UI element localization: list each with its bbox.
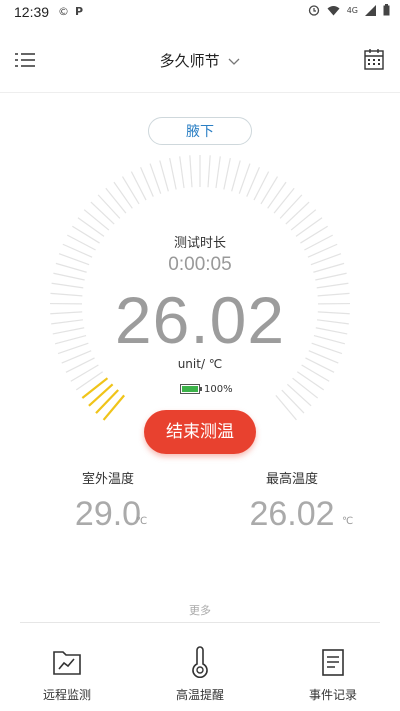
more-divider bbox=[20, 622, 380, 623]
max-temperature-value: 26.02 bbox=[249, 495, 335, 533]
more-label: 更多 bbox=[189, 604, 211, 617]
battery-level-icon bbox=[180, 384, 202, 394]
outdoor-temperature: 室外温度 29.0 ℃ bbox=[28, 468, 188, 534]
gauge-tick bbox=[113, 181, 133, 209]
nav-high-temp-alert[interactable]: 高温提醒 bbox=[145, 646, 255, 703]
gauge-tick bbox=[285, 201, 310, 225]
measure-mode-button[interactable]: 腋下 bbox=[148, 117, 252, 145]
chart-folder-icon bbox=[53, 651, 81, 675]
gauge-tick bbox=[279, 194, 303, 219]
current-temperature: 26.02 bbox=[114, 283, 286, 357]
max-temperature-unit: ℃ bbox=[342, 516, 354, 527]
nav-remote-monitor-label: 远程监测 bbox=[42, 688, 91, 702]
gauge-tick-active bbox=[88, 383, 114, 407]
wifi-icon bbox=[327, 5, 340, 15]
gauge-tick bbox=[281, 389, 305, 414]
nav-event-log[interactable]: 事件记录 bbox=[278, 646, 388, 703]
gauge-tick bbox=[97, 194, 121, 219]
header-divider bbox=[0, 92, 400, 93]
app-bar: 多久师节 bbox=[0, 26, 400, 92]
max-temperature: 最高温度 26.02 ℃ bbox=[212, 468, 372, 534]
alarm-icon bbox=[308, 5, 319, 16]
gauge-tick bbox=[179, 156, 185, 189]
battery-percent: 100% bbox=[204, 383, 233, 395]
gauge-tick-active bbox=[81, 377, 109, 399]
gauge-tick bbox=[149, 163, 162, 194]
network-type: 4G bbox=[346, 5, 358, 15]
gauge-tick bbox=[215, 156, 221, 189]
gauge-tick bbox=[275, 395, 297, 421]
nav-event-log-label: 事件记录 bbox=[308, 688, 357, 702]
copyright-icon: © bbox=[58, 5, 69, 18]
end-measurement-button[interactable]: 结束测温 bbox=[144, 410, 256, 454]
gauge-tick bbox=[296, 371, 325, 391]
max-temperature-label: 最高温度 bbox=[265, 472, 318, 487]
test-duration-label: 测试时长 bbox=[173, 236, 226, 251]
gauge-tick bbox=[75, 371, 104, 391]
nav-remote-monitor[interactable]: 远程监测 bbox=[12, 646, 122, 703]
outdoor-temperature-unit: ℃ bbox=[136, 516, 148, 527]
chevron-down-icon bbox=[228, 58, 240, 65]
gauge-tick-active bbox=[102, 394, 125, 421]
gauge-tick bbox=[105, 187, 127, 214]
gauge-tick bbox=[290, 209, 317, 231]
gauge-tick bbox=[169, 157, 177, 190]
gauge-tick bbox=[159, 160, 169, 192]
system-icons: 4G bbox=[308, 4, 390, 16]
battery-icon bbox=[383, 4, 390, 16]
device-battery: 100% bbox=[180, 382, 233, 396]
test-duration-value: 0:00:05 bbox=[168, 254, 232, 275]
profile-selector[interactable]: 多久师节 bbox=[0, 50, 400, 71]
status-time: 12:39 bbox=[14, 4, 50, 20]
gauge-tick bbox=[286, 383, 312, 407]
gauge-tick bbox=[292, 377, 319, 399]
gauge-tick bbox=[238, 163, 251, 194]
signal-icon bbox=[365, 4, 376, 16]
document-icon bbox=[322, 649, 344, 676]
notification-icons: © P bbox=[58, 5, 83, 18]
temperature-unit: unit/ ℃ bbox=[177, 357, 223, 371]
gauge-tick bbox=[207, 155, 211, 188]
gauge-tick-active bbox=[95, 389, 119, 414]
status-bar: 12:39 © P 4G bbox=[0, 0, 400, 26]
calendar-icon[interactable] bbox=[364, 48, 384, 70]
gauge-tick bbox=[273, 187, 295, 214]
gauge-tick bbox=[189, 155, 193, 188]
page-title: 多久师节 bbox=[159, 52, 220, 70]
nav-high-temp-alert-label: 高温提醒 bbox=[175, 688, 224, 702]
gauge-tick bbox=[231, 160, 241, 192]
gauge-tick bbox=[267, 181, 287, 209]
p-app-icon: P bbox=[75, 5, 84, 18]
gauge-tick bbox=[90, 201, 115, 225]
gauge-tick bbox=[223, 157, 231, 190]
outdoor-temperature-value: 29.0 bbox=[74, 495, 142, 533]
gauge-tick bbox=[83, 209, 110, 231]
outdoor-temperature-label: 室外温度 bbox=[81, 472, 134, 487]
thermometer-icon bbox=[192, 646, 208, 678]
